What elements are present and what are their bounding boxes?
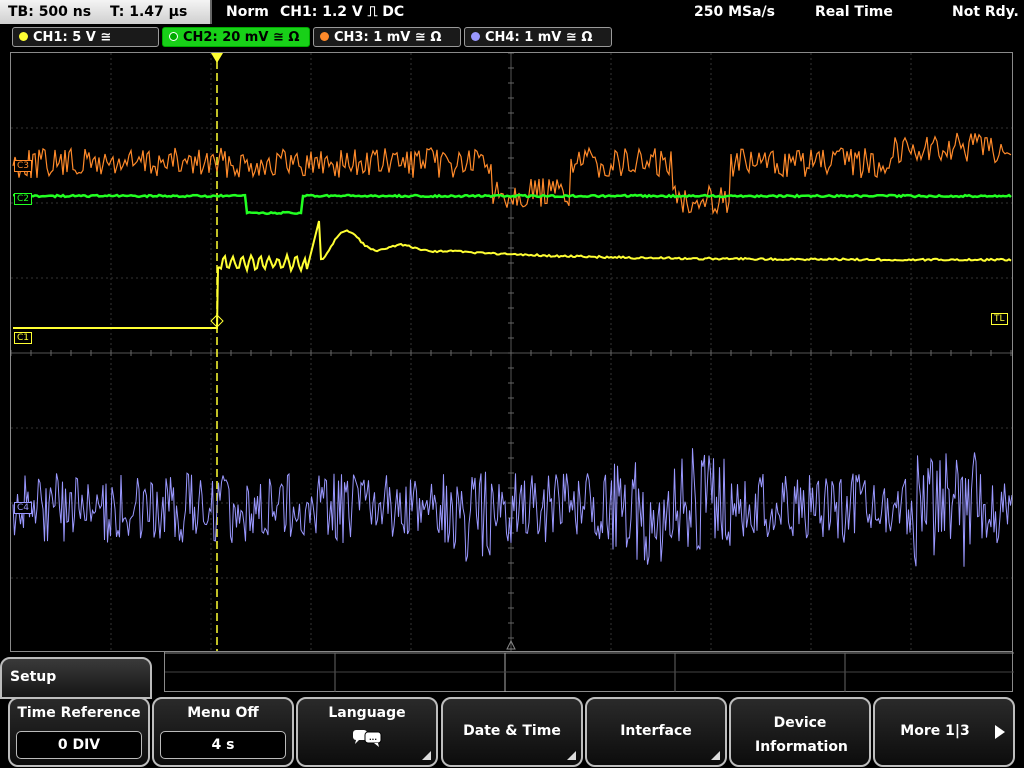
more-softkey[interactable]: More 1|3 [873,697,1015,767]
trigger-source[interactable]: CH1: 1.2 V ⎍ DC [280,0,404,24]
acquisition-mode: Real Time [815,4,893,20]
speech-bubbles-icon: ... [353,730,382,747]
interface-label: Interface [620,723,692,739]
submenu-indicator-icon [567,751,576,760]
language-softkey[interactable]: Language ... [296,697,438,767]
time-ruler [164,652,1014,692]
timebase-box[interactable]: TB: 500 ns T: 1.47 µs [0,0,212,24]
waveform-canvas [11,53,1012,651]
menu-title: Setup [0,657,152,699]
ch3-label: CH3: 1 mV ≅ Ω [334,30,442,45]
ch4-label: CH4: 1 mV ≅ Ω [485,30,593,45]
interface-softkey[interactable]: Interface [585,697,727,767]
time-ruler-ticks [165,652,1014,692]
status-bar: TB: 500 ns T: 1.47 µs Norm CH1: 1.2 V ⎍ … [0,0,1024,24]
tab-ch2[interactable]: CH2: 20 mV ≅ Ω [162,27,310,47]
device-information-label: Device Information [755,715,848,755]
ch4-color-icon [471,32,480,41]
ch1-marker[interactable]: C1 [14,332,33,344]
ch2-label: CH2: 20 mV ≅ Ω [183,30,300,45]
right-arrow-icon [995,725,1005,739]
menu-off-softkey[interactable]: Menu Off 4 s [152,697,294,767]
date-time-label: Date & Time [463,723,561,739]
tab-ch1[interactable]: CH1: 5 V ≅ [12,27,159,47]
language-label: Language [328,705,406,721]
run-status: Not Rdy. [952,4,1019,20]
svg-text:...: ... [369,734,377,742]
tab-ch4[interactable]: CH4: 1 mV ≅ Ω [464,27,612,47]
ch2-marker[interactable]: C2 [14,193,33,205]
menu-off-value[interactable]: 4 s [160,731,286,759]
trigger-mode[interactable]: Norm [226,0,269,24]
submenu-indicator-icon [422,751,431,760]
sample-rate: 250 MSa/s [694,4,776,20]
trigger-level-marker[interactable]: TL [991,313,1008,325]
timebase-value: TB: 500 ns [8,4,92,20]
ch1-label: CH1: 5 V ≅ [33,30,112,45]
time-reference-softkey[interactable]: Time Reference 0 DIV [8,697,150,767]
ch2-color-icon [169,32,178,41]
menu-off-label: Menu Off [187,705,259,721]
submenu-indicator-icon [711,751,720,760]
ch1-color-icon [19,32,28,41]
more-label: More 1|3 [900,723,970,739]
waveform-display[interactable]: C3 C2 C1 C4 TL [10,52,1013,652]
device-information-softkey[interactable]: Device Information [729,697,871,767]
ch3-color-icon [320,32,329,41]
trigger-position: T: 1.47 µs [109,4,188,20]
time-reference-value[interactable]: 0 DIV [16,731,142,759]
time-reference-label: Time Reference [17,705,141,721]
date-time-softkey[interactable]: Date & Time [441,697,583,767]
ch3-marker[interactable]: C3 [14,160,33,172]
ch4-marker[interactable]: C4 [14,502,33,514]
tab-ch3[interactable]: CH3: 1 mV ≅ Ω [313,27,461,47]
graticule [11,53,1012,651]
channel-tabs: CH1: 5 V ≅ CH2: 20 mV ≅ Ω CH3: 1 mV ≅ Ω … [0,27,1024,49]
